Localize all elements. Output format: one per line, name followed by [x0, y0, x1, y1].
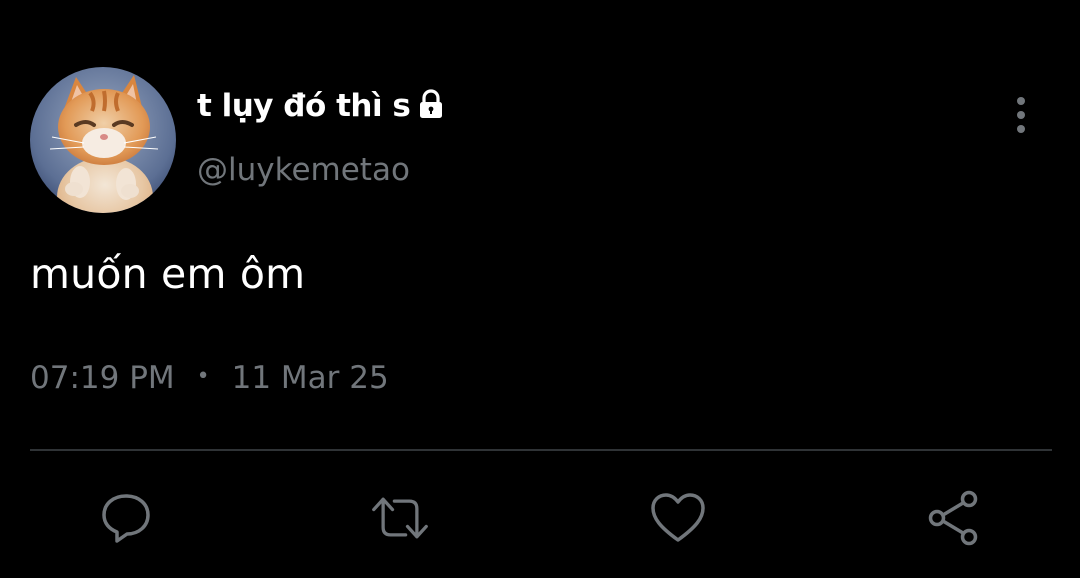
- more-vertical-icon: [1017, 97, 1025, 133]
- kitten-avatar-image: [30, 67, 176, 213]
- tweet-timestamp: 07:19 PM • 11 Mar 25: [30, 360, 389, 396]
- user-handle[interactable]: @luykemetao: [197, 152, 410, 188]
- tweet-text: muốn em ôm: [30, 250, 306, 298]
- like-button[interactable]: [648, 488, 708, 548]
- display-name-text: t lụy đó thì s: [197, 88, 411, 124]
- more-options-button[interactable]: [1006, 94, 1036, 136]
- reply-button[interactable]: [96, 488, 156, 548]
- divider: [30, 449, 1052, 451]
- tweet-date: 11 Mar 25: [231, 360, 389, 396]
- lock-icon: [416, 89, 446, 119]
- share-button[interactable]: [924, 488, 984, 548]
- reply-icon: [102, 494, 150, 543]
- display-name[interactable]: t lụy đó thì s: [197, 88, 446, 124]
- heart-icon: [651, 493, 705, 542]
- retweet-button[interactable]: [370, 488, 430, 548]
- avatar[interactable]: [30, 67, 176, 213]
- tweet-time: 07:19 PM: [30, 360, 175, 396]
- meta-separator: •: [196, 363, 210, 389]
- share-icon: [928, 490, 978, 546]
- retweet-icon: [372, 497, 428, 539]
